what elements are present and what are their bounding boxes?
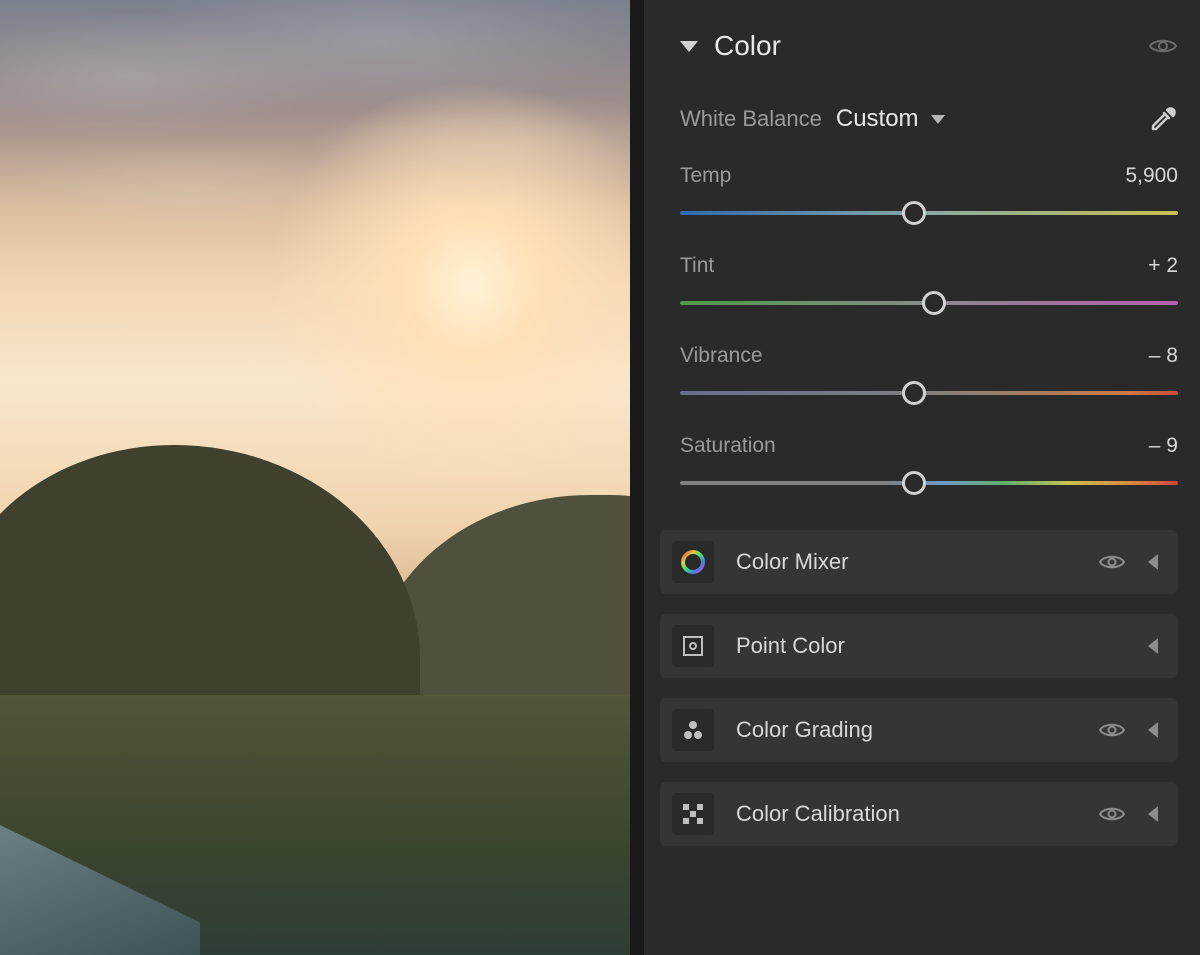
chevron-down-icon <box>931 115 945 124</box>
slider-handle[interactable] <box>902 201 926 225</box>
color-mixer-bar[interactable]: Color Mixer <box>660 530 1178 594</box>
eye-icon <box>1098 721 1126 739</box>
vibrance-slider-block: Vibrance – 8 <box>680 344 1178 404</box>
chevron-down-icon <box>680 41 698 52</box>
visibility-toggle[interactable] <box>1098 553 1126 571</box>
eye-icon <box>1098 805 1126 823</box>
saturation-slider-block: Saturation – 9 <box>680 434 1178 494</box>
temp-label: Temp <box>680 164 731 188</box>
basic-sliders: Temp 5,900 Tint + 2 Vibrance – 8 <box>660 164 1178 494</box>
panel-title: Color <box>714 30 781 62</box>
eyedropper-button[interactable] <box>1148 104 1178 134</box>
white-balance-row: White Balance Custom <box>660 104 1178 134</box>
vibrance-label: Vibrance <box>680 344 763 368</box>
color-calibration-bar[interactable]: Color Calibration <box>660 782 1178 846</box>
subpanel-title: Point Color <box>736 633 845 659</box>
expand-arrow-icon[interactable] <box>1148 638 1158 654</box>
temp-slider-block: Temp 5,900 <box>680 164 1178 224</box>
preview-mountain-front <box>0 445 420 725</box>
subpanels: Color Mixer Point Color <box>660 530 1178 846</box>
panel-visibility-toggle[interactable] <box>1148 36 1178 56</box>
image-preview[interactable] <box>0 0 630 955</box>
expand-arrow-icon[interactable] <box>1148 806 1158 822</box>
saturation-label: Saturation <box>680 434 776 458</box>
white-balance-label: White Balance <box>680 106 822 132</box>
eye-icon <box>1148 36 1178 56</box>
vibrance-track <box>680 391 1178 395</box>
color-panel: Color White Balance Custom <box>630 0 1200 955</box>
temp-slider[interactable] <box>680 202 1178 224</box>
panel-toggle[interactable]: Color <box>680 30 781 62</box>
tint-label: Tint <box>680 254 714 278</box>
tint-slider-block: Tint + 2 <box>680 254 1178 314</box>
visibility-toggle[interactable] <box>1098 721 1126 739</box>
subpanel-title: Color Grading <box>736 717 873 743</box>
color-calibration-icon <box>672 793 714 835</box>
white-balance-value: Custom <box>836 105 919 133</box>
eye-icon <box>1098 553 1126 571</box>
subpanel-title: Color Calibration <box>736 801 900 827</box>
slider-handle[interactable] <box>922 291 946 315</box>
color-grading-icon <box>672 709 714 751</box>
panel-header: Color <box>660 30 1178 62</box>
saturation-value[interactable]: – 9 <box>1149 434 1178 458</box>
eyedropper-icon <box>1148 104 1178 134</box>
vibrance-slider[interactable] <box>680 382 1178 404</box>
subpanel-title: Color Mixer <box>736 549 848 575</box>
temp-track <box>680 211 1178 215</box>
saturation-track <box>680 481 1178 485</box>
tint-value[interactable]: + 2 <box>1148 254 1178 278</box>
saturation-slider[interactable] <box>680 472 1178 494</box>
expand-arrow-icon[interactable] <box>1148 722 1158 738</box>
point-color-bar[interactable]: Point Color <box>660 614 1178 678</box>
slider-handle[interactable] <box>902 381 926 405</box>
slider-handle[interactable] <box>902 471 926 495</box>
color-grading-bar[interactable]: Color Grading <box>660 698 1178 762</box>
preview-sky <box>0 0 630 420</box>
visibility-toggle[interactable] <box>1098 805 1126 823</box>
color-mixer-icon <box>672 541 714 583</box>
white-balance-select[interactable]: Custom <box>836 105 945 133</box>
point-color-icon <box>672 625 714 667</box>
vibrance-value[interactable]: – 8 <box>1149 344 1178 368</box>
tint-slider[interactable] <box>680 292 1178 314</box>
expand-arrow-icon[interactable] <box>1148 554 1158 570</box>
temp-value[interactable]: 5,900 <box>1125 164 1178 188</box>
